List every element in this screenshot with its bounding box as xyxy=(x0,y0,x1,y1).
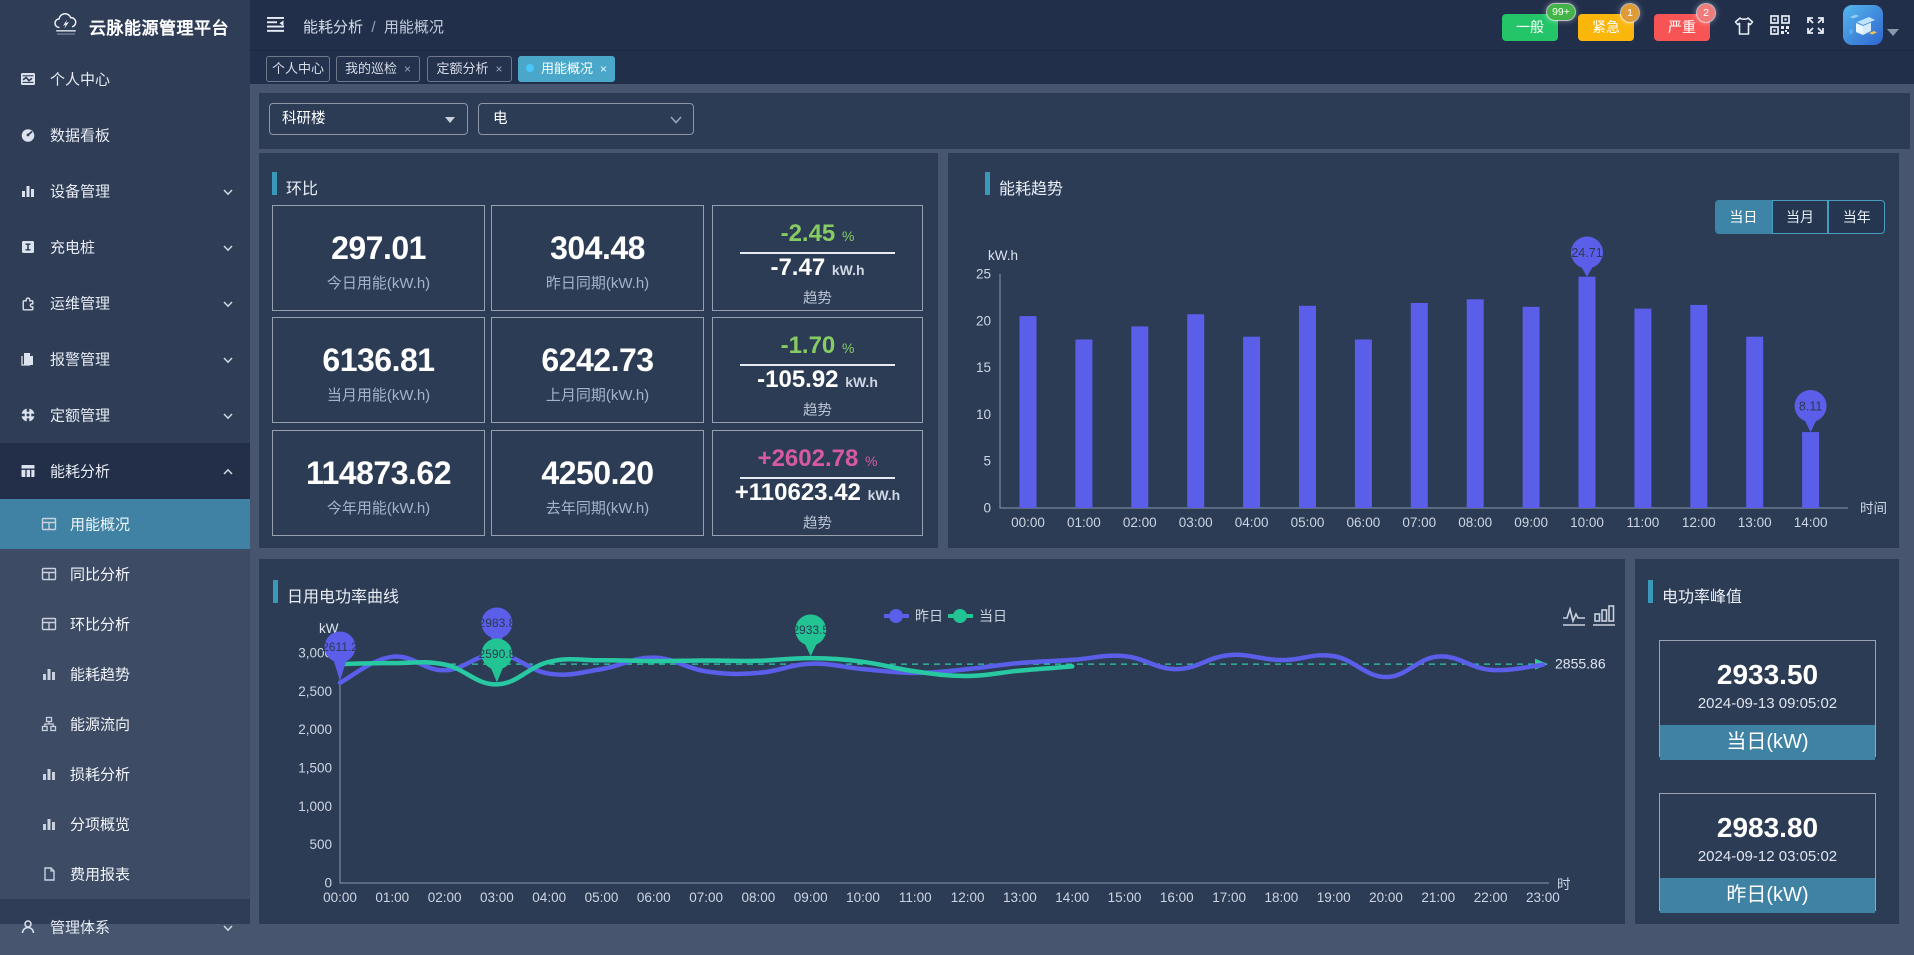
svg-text:20: 20 xyxy=(976,313,991,328)
svg-text:2611.2: 2611.2 xyxy=(322,640,358,654)
svg-text:10:00: 10:00 xyxy=(1570,515,1604,530)
svg-text:01:00: 01:00 xyxy=(375,890,409,905)
svg-text:08:00: 08:00 xyxy=(742,890,776,905)
svg-text:昨日: 昨日 xyxy=(915,608,943,624)
svg-text:2,500: 2,500 xyxy=(298,684,332,699)
svg-text:21:00: 21:00 xyxy=(1421,890,1455,905)
svg-text:23:00: 23:00 xyxy=(1526,890,1560,905)
svg-text:15:00: 15:00 xyxy=(1108,890,1142,905)
svg-text:07:00: 07:00 xyxy=(689,890,723,905)
svg-text:13:00: 13:00 xyxy=(1003,890,1037,905)
svg-text:06:00: 06:00 xyxy=(1347,515,1381,530)
svg-text:02:00: 02:00 xyxy=(1123,515,1157,530)
svg-text:22:00: 22:00 xyxy=(1474,890,1508,905)
svg-text:05:00: 05:00 xyxy=(1291,515,1325,530)
svg-text:11:00: 11:00 xyxy=(1627,515,1660,530)
svg-text:25: 25 xyxy=(976,267,991,282)
svg-text:14:00: 14:00 xyxy=(1055,890,1089,905)
svg-text:17:00: 17:00 xyxy=(1212,890,1246,905)
svg-text:02:00: 02:00 xyxy=(428,890,462,905)
svg-text:500: 500 xyxy=(309,837,332,852)
svg-text:1,000: 1,000 xyxy=(298,799,332,814)
svg-text:2,000: 2,000 xyxy=(298,722,332,737)
svg-text:2983.8: 2983.8 xyxy=(479,616,516,630)
svg-text:1,500: 1,500 xyxy=(298,761,332,776)
svg-text:00:00: 00:00 xyxy=(1011,515,1045,530)
svg-text:00:00: 00:00 xyxy=(323,890,357,905)
svg-text:01:00: 01:00 xyxy=(1067,515,1101,530)
svg-text:06:00: 06:00 xyxy=(637,890,671,905)
svg-text:12:00: 12:00 xyxy=(1682,515,1716,530)
svg-text:19:00: 19:00 xyxy=(1317,890,1351,905)
svg-text:03:00: 03:00 xyxy=(480,890,514,905)
svg-text:04:00: 04:00 xyxy=(1235,515,1269,530)
svg-text:5: 5 xyxy=(983,454,991,469)
svg-text:16:00: 16:00 xyxy=(1160,890,1194,905)
svg-text:12:00: 12:00 xyxy=(951,890,985,905)
svg-text:08:00: 08:00 xyxy=(1458,515,1492,530)
svg-text:当日: 当日 xyxy=(979,608,1007,624)
svg-text:kW.h: kW.h xyxy=(988,248,1018,263)
svg-text:11:00: 11:00 xyxy=(899,890,932,905)
svg-text:09:00: 09:00 xyxy=(794,890,828,905)
svg-text:2855.86: 2855.86 xyxy=(1555,656,1606,672)
svg-text:04:00: 04:00 xyxy=(532,890,566,905)
svg-text:24.71: 24.71 xyxy=(1571,246,1602,260)
svg-text:0: 0 xyxy=(983,501,991,516)
svg-text:05:00: 05:00 xyxy=(585,890,619,905)
svg-text:时间: 时间 xyxy=(1860,501,1887,516)
svg-text:时: 时 xyxy=(1557,877,1571,892)
svg-text:2590.8: 2590.8 xyxy=(479,647,516,661)
svg-text:09:00: 09:00 xyxy=(1514,515,1548,530)
svg-text:13:00: 13:00 xyxy=(1738,515,1772,530)
svg-text:10: 10 xyxy=(976,407,991,422)
svg-text:14:00: 14:00 xyxy=(1794,515,1828,530)
svg-text:2933.5: 2933.5 xyxy=(792,623,829,637)
svg-text:15: 15 xyxy=(976,360,991,375)
svg-text:03:00: 03:00 xyxy=(1179,515,1213,530)
svg-text:07:00: 07:00 xyxy=(1402,515,1436,530)
svg-text:18:00: 18:00 xyxy=(1265,890,1299,905)
svg-text:8.11: 8.11 xyxy=(1799,399,1822,413)
svg-text:0: 0 xyxy=(324,876,332,891)
svg-text:20:00: 20:00 xyxy=(1369,890,1403,905)
svg-text:10:00: 10:00 xyxy=(846,890,880,905)
